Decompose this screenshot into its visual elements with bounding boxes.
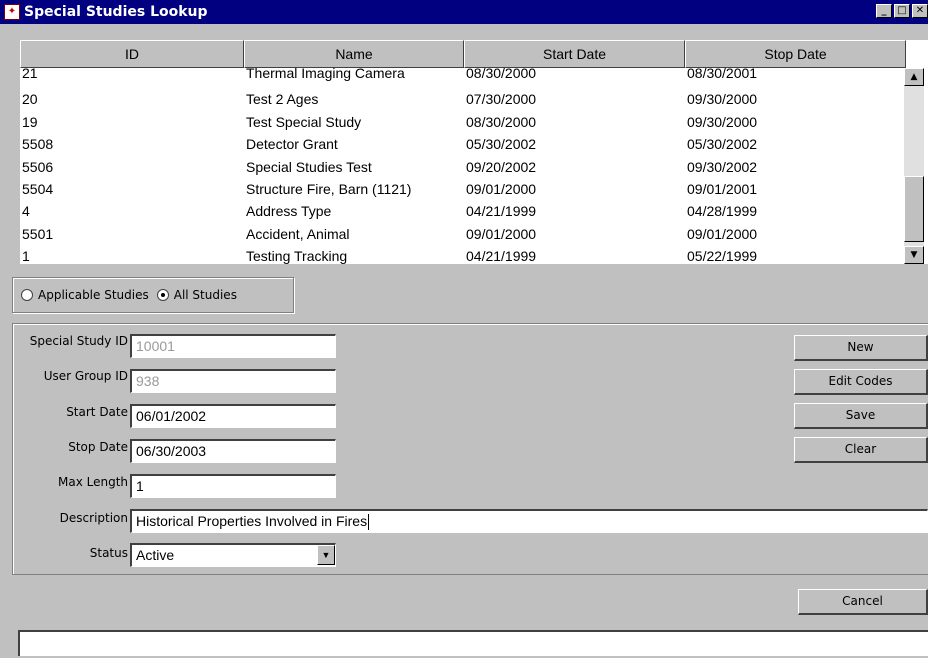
column-header-start-date[interactable]: Start Date	[464, 40, 685, 68]
stop-date-field[interactable]: 06/30/2003	[130, 439, 336, 463]
chevron-down-icon[interactable]: ▼	[317, 545, 335, 565]
close-icon[interactable]: ✕	[912, 4, 928, 18]
clear-button[interactable]: Clear	[794, 437, 928, 463]
table-row[interactable]: 4 Address Type 04/21/1999 04/28/1999	[20, 202, 906, 224]
status-select[interactable]: Active ▼	[130, 543, 336, 567]
cell-stop-date: 05/22/1999	[687, 248, 758, 264]
cell-name: Testing Tracking	[246, 248, 348, 264]
cell-start-date: 04/21/1999	[466, 203, 537, 220]
status-label: Status	[89, 546, 128, 560]
cell-stop-date: 09/30/2000	[687, 113, 758, 130]
cell-start-date: 09/01/2000	[466, 225, 537, 242]
cell-id: 5506	[22, 158, 54, 175]
cell-stop-date: 04/28/1999	[687, 203, 758, 220]
scroll-down-icon[interactable]: ▼	[904, 246, 924, 264]
cell-stop-date: 09/01/2000	[687, 225, 758, 242]
cell-stop-date: 09/30/2002	[687, 158, 758, 175]
applicable-studies-radio[interactable]	[21, 289, 33, 301]
special-study-id-field[interactable]: 10001	[130, 334, 336, 358]
cell-id: 4	[22, 203, 30, 220]
cell-start-date: 05/30/2002	[466, 136, 537, 153]
table-row[interactable]: 5506 Special Studies Test 09/20/2002 09/30/…	[20, 158, 906, 180]
scroll-up-icon[interactable]: ▲	[904, 68, 924, 86]
table-row[interactable]: 1 Testing Tracking 04/21/1999 05/22/1999	[20, 247, 906, 264]
table-body: 21 Thermal Imaging Camera 08/30/2000 08/30/…	[20, 68, 906, 264]
all-studies-label: All Studies	[173, 288, 237, 302]
studies-table: ID Name Start Date Stop Date 21 Thermal I…	[20, 40, 928, 264]
cell-name: Accident, Animal	[246, 225, 350, 242]
column-header-stop-date[interactable]: Stop Date	[685, 40, 906, 68]
text-cursor	[368, 514, 370, 531]
save-button[interactable]: Save	[794, 403, 928, 429]
cell-start-date: 08/30/2000	[466, 68, 537, 81]
user-group-id-label: User Group ID	[43, 369, 128, 383]
cell-name: Address Type	[246, 203, 332, 220]
table-row[interactable]: 5508 Detector Grant 05/30/2002 05/30/2002	[20, 135, 906, 157]
cell-name: Test Special Study	[246, 113, 362, 130]
table-row[interactable]: 20 Test 2 Ages 07/30/2000 09/30/2000	[20, 90, 906, 112]
cell-id: 20	[22, 91, 38, 108]
max-length-label: Max Length	[57, 475, 128, 489]
window-titlebar[interactable]: ✦ Special Studies Lookup _ □ ✕	[0, 0, 928, 24]
cell-name: Detector Grant	[246, 136, 338, 153]
maximize-icon[interactable]: □	[894, 4, 910, 18]
cell-stop-date: 08/30/2001	[687, 68, 758, 81]
app-icon: ✦	[4, 4, 20, 20]
edit-codes-button[interactable]: Edit Codes	[794, 369, 928, 395]
all-studies-radio[interactable]	[156, 289, 169, 301]
cell-name: Special Studies Test	[246, 158, 372, 175]
stop-date-label: Stop Date	[68, 440, 128, 454]
special-study-id-label: Special Study ID	[29, 334, 128, 348]
cell-name: Structure Fire, Barn (1121)	[246, 180, 412, 197]
column-header-id[interactable]: ID	[20, 40, 244, 68]
status-value: Active	[136, 547, 175, 563]
cell-id: 21	[22, 68, 38, 81]
cell-stop-date: 05/30/2002	[687, 136, 758, 153]
cell-start-date: 09/20/2002	[466, 158, 537, 175]
table-vertical-scrollbar[interactable]: ▲ ▼	[904, 68, 924, 264]
cell-id: 19	[22, 113, 38, 130]
new-button[interactable]: New	[794, 335, 928, 361]
table-row[interactable]: 19 Test Special Study 08/30/2000 09/30/2000	[20, 113, 906, 135]
cell-start-date: 04/21/1999	[466, 248, 537, 264]
study-filter-group: Applicable Studies All Studies	[12, 277, 294, 313]
max-length-field[interactable]: 1	[130, 474, 336, 498]
start-date-field[interactable]: 06/01/2002	[130, 404, 336, 428]
description-field[interactable]: Historical Properties Involved in Fires	[130, 509, 928, 533]
minimize-icon[interactable]: _	[876, 4, 892, 18]
cancel-button[interactable]: Cancel	[798, 589, 928, 615]
applicable-studies-label: Applicable Studies	[38, 288, 149, 302]
cell-name: Thermal Imaging Camera	[246, 68, 405, 81]
user-group-id-field[interactable]: 938	[130, 369, 336, 393]
applicable-studies-option[interactable]: Applicable Studies	[21, 288, 149, 302]
cell-start-date: 08/30/2000	[466, 113, 537, 130]
cell-start-date: 09/01/2000	[466, 180, 537, 197]
cell-id: 1	[22, 248, 30, 264]
start-date-label: Start Date	[66, 405, 128, 419]
window-controls: _ □ ✕	[874, 4, 928, 18]
scrollbar-thumb[interactable]	[904, 176, 924, 242]
status-message-bar	[18, 630, 928, 656]
cell-id: 5501	[22, 225, 54, 242]
cell-stop-date: 09/01/2001	[687, 180, 758, 197]
description-label: Description	[59, 511, 128, 525]
column-header-name[interactable]: Name	[244, 40, 464, 68]
table-row[interactable]: 21 Thermal Imaging Camera 08/30/2000 08/30/…	[20, 68, 906, 90]
window-title: Special Studies Lookup	[24, 4, 208, 20]
cell-id: 5504	[22, 180, 54, 197]
cell-start-date: 07/30/2000	[466, 91, 537, 108]
cell-stop-date: 09/30/2000	[687, 91, 758, 108]
all-studies-option[interactable]: All Studies	[156, 288, 237, 302]
description-value: Historical Properties Involved in Fires	[136, 513, 368, 529]
table-header: ID Name Start Date Stop Date	[20, 40, 906, 68]
cell-name: Test 2 Ages	[246, 91, 319, 108]
table-row[interactable]: 5501 Accident, Animal 09/01/2000 09/01/2000	[20, 225, 906, 247]
cell-id: 5508	[22, 136, 54, 153]
table-row[interactable]: 5504 Structure Fire, Barn (1121) 09/01/200…	[20, 180, 906, 202]
